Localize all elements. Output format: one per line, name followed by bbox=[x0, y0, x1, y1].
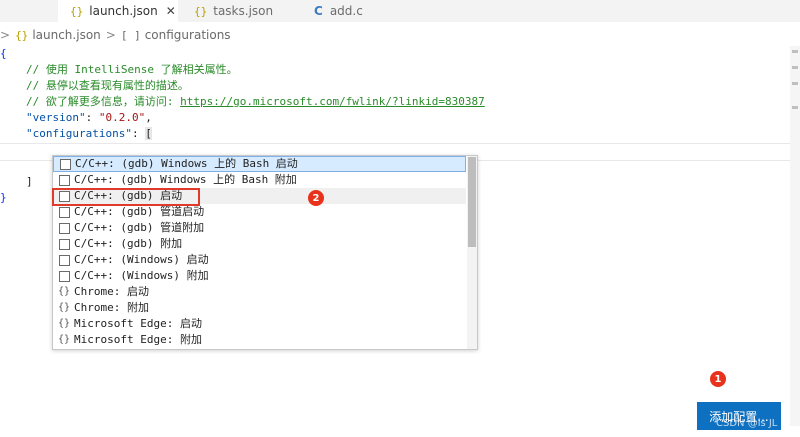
tab-tasks-json[interactable]: {} tasks.json bbox=[180, 0, 300, 22]
suggestion-item[interactable]: C/C++: (gdb) Windows 上的 Bash 附加 bbox=[53, 172, 466, 188]
docs-link[interactable]: https://go.microsoft.com/fwlink/?linkid=… bbox=[180, 95, 485, 108]
c-file-icon: C bbox=[314, 4, 323, 18]
json-file-icon: {} bbox=[15, 28, 29, 42]
braces-icon: {} bbox=[57, 286, 71, 297]
comment-line-3: // 欲了解更多信息，请访问: https://go.microsoft.com… bbox=[26, 94, 485, 110]
snippet-icon bbox=[58, 238, 70, 250]
scroll-marker bbox=[792, 82, 798, 85]
open-brace: { bbox=[0, 47, 7, 60]
version-line: "version": "0.2.0", bbox=[26, 110, 152, 126]
scroll-thumb[interactable] bbox=[468, 157, 476, 247]
suggestion-item[interactable]: C/C++: (Windows) 附加 bbox=[53, 268, 466, 284]
version-key: "version" bbox=[26, 111, 86, 124]
annotation-badge-2: 2 bbox=[308, 190, 324, 206]
tab-label: tasks.json bbox=[213, 4, 274, 18]
breadcrumb-section[interactable]: configurations bbox=[145, 28, 231, 42]
comment-line-1: // 使用 IntelliSense 了解相关属性。 bbox=[26, 63, 238, 76]
braces-icon: {} bbox=[57, 302, 71, 313]
snippet-icon bbox=[58, 174, 70, 186]
tab-add-c[interactable]: C add.c bbox=[302, 0, 402, 22]
breadcrumb: > {} launch.json > [ ] configurations bbox=[0, 25, 231, 45]
json-file-icon: {} bbox=[70, 4, 84, 18]
breadcrumb-file[interactable]: launch.json bbox=[32, 28, 100, 42]
snippet-icon bbox=[58, 206, 70, 218]
suggestion-item[interactable]: {} Microsoft Edge: 启动 bbox=[53, 316, 466, 332]
braces-icon: {} bbox=[57, 334, 71, 345]
scroll-marker bbox=[792, 106, 798, 109]
suggestion-scrollbar[interactable] bbox=[467, 156, 477, 349]
colon: : bbox=[131, 127, 146, 140]
suggestion-item[interactable]: C/C++: (gdb) 附加 bbox=[53, 236, 466, 252]
snippet-icon bbox=[58, 254, 70, 266]
annotation-badge-1: 1 bbox=[710, 371, 726, 387]
close-bracket: ] bbox=[26, 175, 33, 188]
close-brace: } bbox=[0, 191, 7, 204]
json-file-icon: {} bbox=[194, 4, 208, 18]
braces-icon: {} bbox=[57, 318, 71, 329]
annotation-highlight-box bbox=[52, 188, 200, 206]
colon: : bbox=[85, 111, 99, 124]
tab-launch-json[interactable]: {} launch.json ✕ bbox=[58, 0, 178, 22]
watermark: CSDN @is JL bbox=[716, 418, 778, 429]
suggestion-item[interactable]: C/C++: (Windows) 启动 bbox=[53, 252, 466, 268]
chevron-right-icon: > bbox=[0, 28, 11, 42]
close-icon[interactable]: ✕ bbox=[166, 4, 176, 18]
suggestion-item[interactable]: {} Microsoft Edge: 附加 bbox=[53, 332, 466, 348]
suggestion-item[interactable]: C/C++: (gdb) 管道附加 bbox=[53, 220, 466, 236]
suggestion-item[interactable]: C/C++: (gdb) 管道启动 bbox=[53, 204, 466, 220]
tab-bar: {} launch.json ✕ {} tasks.json C add.c bbox=[0, 0, 800, 22]
open-bracket: [ bbox=[145, 127, 152, 140]
version-value: "0.2.0" bbox=[98, 111, 146, 124]
configurations-line: "configurations": [ bbox=[26, 126, 152, 142]
snippet-icon bbox=[58, 270, 70, 282]
scroll-marker bbox=[792, 50, 798, 53]
editor-scrollbar[interactable] bbox=[790, 46, 800, 426]
scroll-marker bbox=[792, 66, 798, 69]
chevron-right-icon: > bbox=[105, 28, 116, 42]
array-icon: [ ] bbox=[120, 28, 141, 42]
configurations-key: "configurations" bbox=[26, 127, 132, 140]
comment-line-2: // 悬停以查看现有属性的描述。 bbox=[26, 79, 189, 92]
suggestion-item[interactable]: {} Chrome: 启动 bbox=[53, 284, 466, 300]
tab-label: launch.json bbox=[89, 4, 158, 18]
suggestion-item[interactable]: {} Chrome: 附加 bbox=[53, 300, 466, 316]
suggestion-list[interactable]: C/C++: (gdb) Windows 上的 Bash 启动 C/C++: (… bbox=[52, 155, 478, 350]
suggestion-item[interactable]: C/C++: (gdb) Windows 上的 Bash 启动 bbox=[53, 156, 466, 172]
tab-label: add.c bbox=[329, 4, 363, 18]
comma: , bbox=[145, 111, 152, 124]
snippet-icon bbox=[58, 222, 70, 234]
comment-text: // 欲了解更多信息，请访问: bbox=[26, 95, 181, 108]
snippet-icon bbox=[59, 158, 71, 170]
